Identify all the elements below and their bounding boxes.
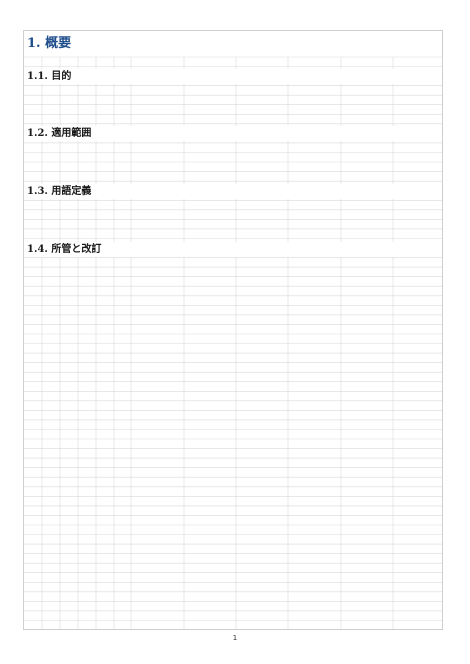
document-sheet: 1. 概要 1.1. 目的 1.2. 適用範囲 1.3. 用語定義 1.4. 所… xyxy=(23,30,443,630)
section-heading-purpose: 1.1. 目的 xyxy=(24,69,442,84)
section-heading-scope: 1.2. 適用範囲 xyxy=(24,126,442,141)
page-number: 1 xyxy=(232,634,238,642)
cell-grid xyxy=(24,56,442,629)
section-heading-definitions: 1.3. 用語定義 xyxy=(24,184,442,199)
document-title: 1. 概要 xyxy=(24,32,442,56)
section-heading-ownership: 1.4. 所管と改訂 xyxy=(24,242,442,257)
